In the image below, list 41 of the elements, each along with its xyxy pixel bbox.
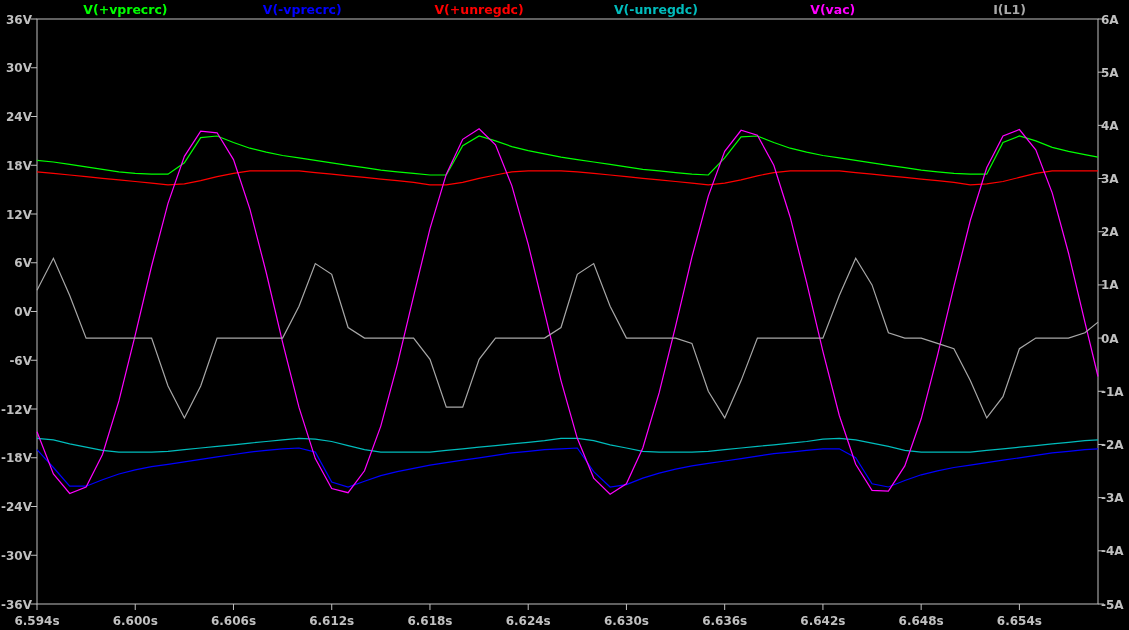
axis-tick-label: 4A: [1101, 118, 1119, 133]
axis-tick-label: 0V: [14, 305, 32, 319]
axis-tick-label: 6.606s: [210, 614, 257, 628]
axis-tick-label: 6.654s: [996, 614, 1042, 628]
axis-tick-label: 3A: [1101, 172, 1119, 187]
axis-tick-label: -2A: [1101, 437, 1124, 452]
axis-tick-label: -30V: [1, 548, 32, 563]
axis-tick-label: 6.624s: [505, 614, 551, 628]
axis-tick-label: -18V: [1, 451, 32, 466]
axis-tick-label: -1A: [1101, 384, 1124, 399]
axis-tick-label: -5A: [1101, 597, 1124, 612]
axis-tick-label: -36V: [1, 597, 32, 612]
axis-tick-label: 6A: [1101, 12, 1119, 27]
axis-tick-label: -24V: [1, 500, 32, 514]
axis-tick-label: 6.648s: [898, 614, 944, 628]
trace-legend-label[interactable]: V(vac): [810, 2, 856, 17]
axis-tick-label: 2A: [1101, 225, 1119, 240]
trace-legend-label[interactable]: V(+unregdc): [434, 2, 524, 17]
axis-tick-label: 6.618s: [407, 614, 453, 628]
axis-tick-label: 6.642s: [800, 614, 846, 628]
axis-tick-label: 0A: [1101, 331, 1119, 346]
axis-tick-label: 12V: [6, 207, 32, 222]
axis-tick-label: 6.600s: [112, 614, 158, 628]
axis-tick-label: -12V: [1, 402, 32, 417]
axis-tick-label: -3A: [1101, 491, 1124, 506]
axis-tick-label: 6.636s: [702, 614, 748, 628]
axis-tick-label: 36V: [6, 12, 32, 27]
axis-tick-label: -6V: [9, 353, 32, 368]
axis-tick-label: 1A: [1101, 278, 1119, 293]
trace-legend-label[interactable]: V(-unregdc): [613, 2, 698, 17]
axis-tick-label: 6V: [14, 256, 32, 271]
axis-tick-label: 24V: [6, 110, 32, 124]
axis-tick-label: 6.612s: [309, 614, 355, 628]
trace-legend-label[interactable]: V(+vprecrc): [83, 2, 168, 17]
axis-tick-label: -4A: [1101, 544, 1124, 559]
axis-tick-label: 18V: [6, 158, 32, 173]
axis-tick-label: 5A: [1101, 65, 1119, 80]
axis-tick-label: 6.594s: [14, 614, 60, 628]
axis-tick-label: 30V: [6, 61, 32, 76]
axis-tick-label: 6.630s: [603, 614, 649, 628]
trace-legend-label[interactable]: I(L1): [993, 2, 1026, 17]
